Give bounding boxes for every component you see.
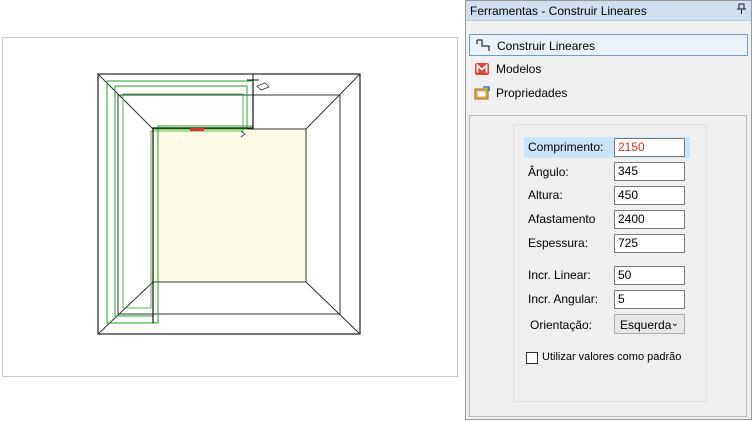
comprimento-field[interactable]: 2150 — [614, 138, 685, 157]
nav-item-modelos[interactable]: Modelos — [469, 58, 748, 80]
perspective-line — [305, 73, 361, 130]
pin-icon[interactable] — [737, 3, 746, 18]
comprimento-label: Comprimento: — [528, 140, 604, 154]
angulo-field[interactable]: 345 — [614, 162, 685, 181]
dimension-marker — [190, 128, 204, 131]
floor-area — [152, 128, 307, 283]
espessura-field[interactable]: 725 — [614, 234, 685, 253]
orientacao-select[interactable]: Esquerda ⌄ — [614, 314, 685, 334]
nav-item-label: Propriedades — [496, 86, 568, 100]
afastamento-field[interactable]: 2400 — [614, 210, 685, 229]
properties-icon — [474, 85, 490, 101]
panel-title-bar[interactable]: Ferramentas - Construir Lineares — [466, 1, 751, 21]
linear-build-icon — [475, 38, 491, 54]
orientacao-label: Orientação: — [530, 318, 593, 332]
incr-angular-label: Incr. Angular: — [528, 292, 599, 306]
nav-item-label: Construir Lineares — [497, 39, 596, 53]
altura-label: Altura: — [528, 188, 563, 202]
nav-item-construir-lineares[interactable]: Construir Lineares — [469, 34, 748, 56]
properties-form: Comprimento: 2150 Ângulo: 345 Altura: 45… — [513, 124, 707, 402]
afastamento-label: Afastamento — [528, 212, 596, 226]
room-drawing — [97, 73, 361, 335]
tools-panel: Ferramentas - Construir Lineares Constru… — [465, 0, 752, 420]
angulo-label: Ângulo: — [528, 165, 569, 179]
altura-field[interactable]: 450 — [614, 186, 685, 205]
orientacao-value: Esquerda — [620, 318, 672, 332]
incr-linear-field[interactable]: 50 — [614, 266, 685, 285]
chevron-down-icon: ⌄ — [670, 318, 679, 329]
properties-area: Comprimento: 2150 Ângulo: 345 Altura: 45… — [469, 115, 747, 417]
default-values-checkbox[interactable] — [526, 352, 538, 364]
panel-title: Ferramentas - Construir Lineares — [470, 4, 647, 18]
cursor-icon — [256, 82, 270, 91]
incr-angular-field[interactable]: 5 — [614, 290, 685, 309]
espessura-label: Espessura: — [528, 236, 589, 250]
nav-item-propriedades[interactable]: Propriedades — [469, 82, 748, 104]
perspective-line — [97, 73, 154, 130]
nav-item-label: Modelos — [496, 62, 542, 76]
incr-linear-label: Incr. Linear: — [528, 268, 591, 282]
default-values-label: Utilizar valores como padrão — [542, 351, 682, 363]
drawing-canvas[interactable] — [2, 37, 458, 377]
perspective-line — [305, 281, 361, 335]
models-icon — [474, 61, 490, 77]
